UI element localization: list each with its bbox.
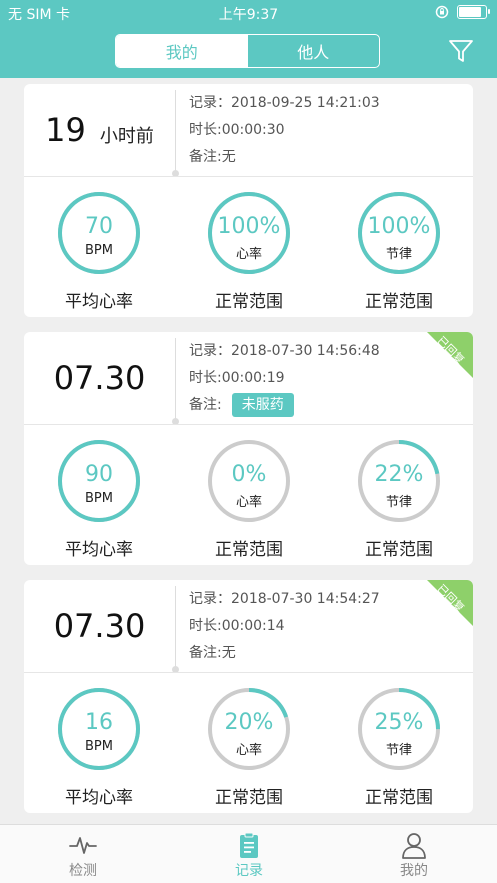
status-icons — [435, 5, 490, 19]
record-info: 记录：2018-07-30 14:54:27 时长:00:00:14 备注:无 — [189, 586, 380, 667]
record-note: 备注:无 — [189, 144, 380, 171]
orientation-lock-icon — [435, 5, 449, 19]
pulse-icon — [69, 837, 97, 854]
metrics-row: 90 BPM 平均心率 0% 心率 正常范围 22% 节律 正常范围 — [24, 425, 473, 565]
metric-label: 平均心率 — [65, 540, 133, 560]
divider — [175, 90, 176, 174]
metric-heart-rate-normal: 100% 心率 正常范围 — [174, 177, 324, 317]
note-tag: 未服药 — [231, 393, 294, 417]
divider — [175, 338, 176, 422]
filter-icon[interactable] — [448, 38, 474, 64]
date-suffix: 小时前 — [99, 126, 154, 147]
metric-label: 正常范围 — [215, 540, 283, 560]
metric-label: 正常范围 — [365, 788, 433, 808]
metric-heart-rate-normal: 20% 心率 正常范围 — [174, 673, 324, 813]
metric-rhythm-normal: 22% 节律 正常范围 — [324, 425, 473, 565]
divider — [175, 586, 176, 670]
segmented-control: 我的 他人 — [115, 34, 380, 68]
record-card[interactable]: 07.30 记录：2018-07-30 14:54:27 时长:00:00:14… — [24, 580, 473, 813]
note-label: 备注: — [189, 397, 222, 413]
record-date: 07.30 — [24, 332, 175, 424]
metric-unit: 心率 — [235, 743, 262, 758]
header: 无 SIM 卡 上午9:37 我的 他人 — [0, 0, 497, 78]
metric-label: 正常范围 — [365, 292, 433, 312]
tab-records[interactable]: 记录 — [189, 825, 309, 883]
clipboard-icon — [240, 832, 258, 858]
record-info: 记录：2018-07-30 14:56:48 时长:00:00:19 备注: 未服… — [189, 338, 380, 419]
metric-unit: 心率 — [235, 247, 262, 262]
record-card[interactable]: 07.30 记录：2018-07-30 14:56:48 时长:00:00:19… — [24, 332, 473, 565]
metric-avg-heart-rate: 16 BPM 平均心率 — [24, 673, 174, 813]
metric-label: 正常范围 — [215, 292, 283, 312]
metric-unit: BPM — [85, 491, 113, 506]
record-time: 记录：2018-09-25 14:21:03 — [189, 95, 380, 111]
record-header: 07.30 记录：2018-07-30 14:54:27 时长:00:00:14… — [24, 580, 473, 673]
metrics-row: 70 BPM 平均心率 100% 心率 正常范围 100% 节律 正常范围 — [24, 177, 473, 317]
metric-label: 平均心率 — [65, 292, 133, 312]
record-note: 备注: 未服药 — [189, 392, 380, 419]
metric-value: 20% — [224, 710, 274, 735]
date-main: 19 — [45, 111, 86, 149]
metric-unit: 节律 — [385, 743, 412, 758]
metric-label: 平均心率 — [65, 788, 133, 808]
replied-ribbon: 已回复 — [427, 580, 473, 626]
metric-avg-heart-rate: 70 BPM 平均心率 — [24, 177, 174, 317]
metric-rhythm-normal: 100% 节律 正常范围 — [324, 177, 473, 317]
date-main: 07.30 — [53, 607, 146, 645]
metric-value: 100% — [367, 214, 431, 239]
record-date: 07.30 — [24, 580, 175, 672]
date-main: 07.30 — [53, 359, 146, 397]
record-list: 19 小时前 记录：2018-09-25 14:21:03 时长:00:00:3… — [0, 78, 497, 824]
record-header: 07.30 记录：2018-07-30 14:56:48 时长:00:00:19… — [24, 332, 473, 425]
record-date: 19 小时前 — [24, 84, 175, 176]
note-label: 备注:无 — [189, 645, 236, 661]
metric-label: 正常范围 — [365, 540, 433, 560]
metric-unit: 节律 — [385, 495, 412, 510]
tab-label: 检测 — [69, 863, 97, 879]
metrics-row: 16 BPM 平均心率 20% 心率 正常范围 25% 节律 正常范围 — [24, 673, 473, 813]
record-card[interactable]: 19 小时前 记录：2018-09-25 14:21:03 时长:00:00:3… — [24, 84, 473, 317]
metric-value: 90 — [85, 462, 113, 487]
metric-rhythm-normal: 25% 节律 正常范围 — [324, 673, 473, 813]
metric-value: 16 — [85, 710, 113, 735]
metric-unit: BPM — [85, 739, 113, 754]
replied-ribbon: 已回复 — [427, 332, 473, 378]
record-duration: 时长:00:00:30 — [189, 122, 285, 138]
status-bar: 无 SIM 卡 上午9:37 — [0, 0, 497, 26]
tab-bar: 检测 记录 我的 — [0, 824, 497, 883]
metric-value: 70 — [85, 214, 113, 239]
record-duration: 时长:00:00:19 — [189, 370, 285, 386]
record-duration: 时长:00:00:14 — [189, 618, 285, 634]
metric-unit: 心率 — [235, 495, 262, 510]
metric-heart-rate-normal: 0% 心率 正常范围 — [174, 425, 324, 565]
record-info: 记录：2018-09-25 14:21:03 时长:00:00:30 备注:无 — [189, 90, 380, 171]
note-label: 备注:无 — [189, 149, 236, 165]
metric-label: 正常范围 — [215, 788, 283, 808]
metric-unit: BPM — [85, 243, 113, 258]
battery-icon — [457, 5, 490, 19]
tab-label: 记录 — [235, 863, 263, 879]
metric-avg-heart-rate: 90 BPM 平均心率 — [24, 425, 174, 565]
metric-unit: 节律 — [385, 247, 412, 262]
metric-value: 100% — [217, 214, 281, 239]
record-time: 记录：2018-07-30 14:56:48 — [189, 343, 380, 359]
status-time: 上午9:37 — [218, 7, 279, 23]
metric-value: 22% — [374, 462, 424, 487]
metric-value: 25% — [374, 710, 424, 735]
segment-others[interactable]: 他人 — [248, 35, 380, 67]
record-header: 19 小时前 记录：2018-09-25 14:21:03 时长:00:00:3… — [24, 84, 473, 177]
tab-detect[interactable]: 检测 — [23, 825, 143, 883]
tab-mine[interactable]: 我的 — [354, 825, 474, 883]
person-icon — [402, 833, 426, 859]
record-note: 备注:无 — [189, 640, 380, 667]
segment-mine[interactable]: 我的 — [116, 35, 248, 67]
metric-value: 0% — [231, 462, 267, 487]
record-time: 记录：2018-07-30 14:54:27 — [189, 591, 380, 607]
tab-label: 我的 — [400, 863, 428, 879]
